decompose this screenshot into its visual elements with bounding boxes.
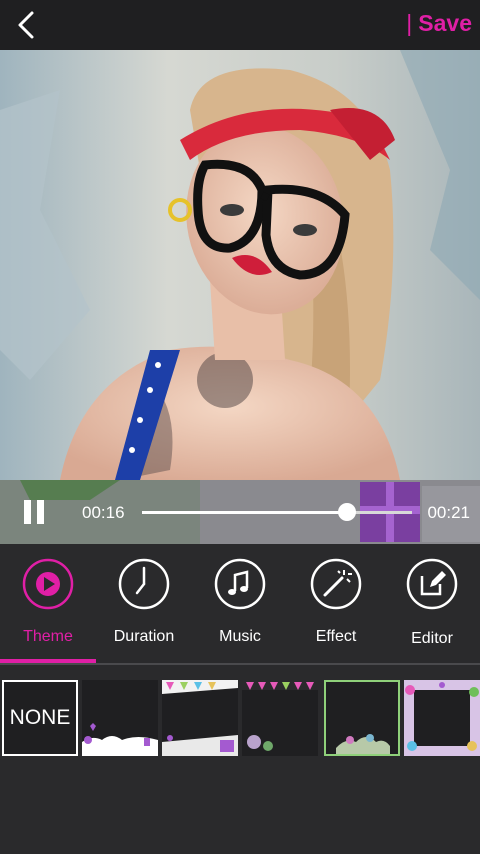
edit-icon xyxy=(406,558,458,610)
save-separator: | xyxy=(406,10,413,36)
tab-music[interactable]: Music xyxy=(192,544,288,664)
play-circle-icon xyxy=(22,558,74,610)
save-button[interactable]: | Save xyxy=(406,10,472,37)
save-label: Save xyxy=(418,10,472,36)
theme-thumbnail[interactable] xyxy=(162,680,238,756)
tab-divider xyxy=(0,663,480,665)
tab-theme-label: Theme xyxy=(23,628,73,645)
theme-thumbnail[interactable] xyxy=(324,680,400,756)
editor-tab-bar: Theme Duration Music Effect Editor xyxy=(0,544,480,664)
tab-editor-label: Editor xyxy=(411,630,453,647)
tab-editor[interactable]: Editor xyxy=(384,544,480,664)
tab-duration[interactable]: Duration xyxy=(96,544,192,664)
theme-thumbnail[interactable] xyxy=(242,680,318,756)
total-time: 00:21 xyxy=(427,503,470,522)
video-preview[interactable] xyxy=(0,50,480,480)
tab-music-label: Music xyxy=(219,628,261,645)
theme-thumbnail[interactable] xyxy=(82,680,158,756)
chevron-left-icon[interactable] xyxy=(10,8,44,42)
theme-none[interactable]: NONE xyxy=(2,680,78,756)
tab-duration-label: Duration xyxy=(113,628,175,645)
seek-bar-fill xyxy=(142,511,348,514)
tab-effect-label: Effect xyxy=(315,628,357,645)
music-note-icon xyxy=(214,558,266,610)
theme-none-label: NONE xyxy=(9,706,71,729)
clock-icon xyxy=(118,558,170,610)
pause-icon[interactable] xyxy=(14,498,54,526)
magic-wand-icon xyxy=(310,558,362,610)
top-app-bar: | Save xyxy=(0,0,480,50)
theme-thumbnail[interactable] xyxy=(404,680,480,756)
tab-effect[interactable]: Effect xyxy=(288,544,384,664)
seek-bar[interactable] xyxy=(142,511,412,514)
tab-theme[interactable]: Theme xyxy=(0,544,96,664)
current-time: 00:16 xyxy=(82,503,125,522)
theme-list: NONE xyxy=(0,680,480,760)
preview-image xyxy=(0,50,480,480)
